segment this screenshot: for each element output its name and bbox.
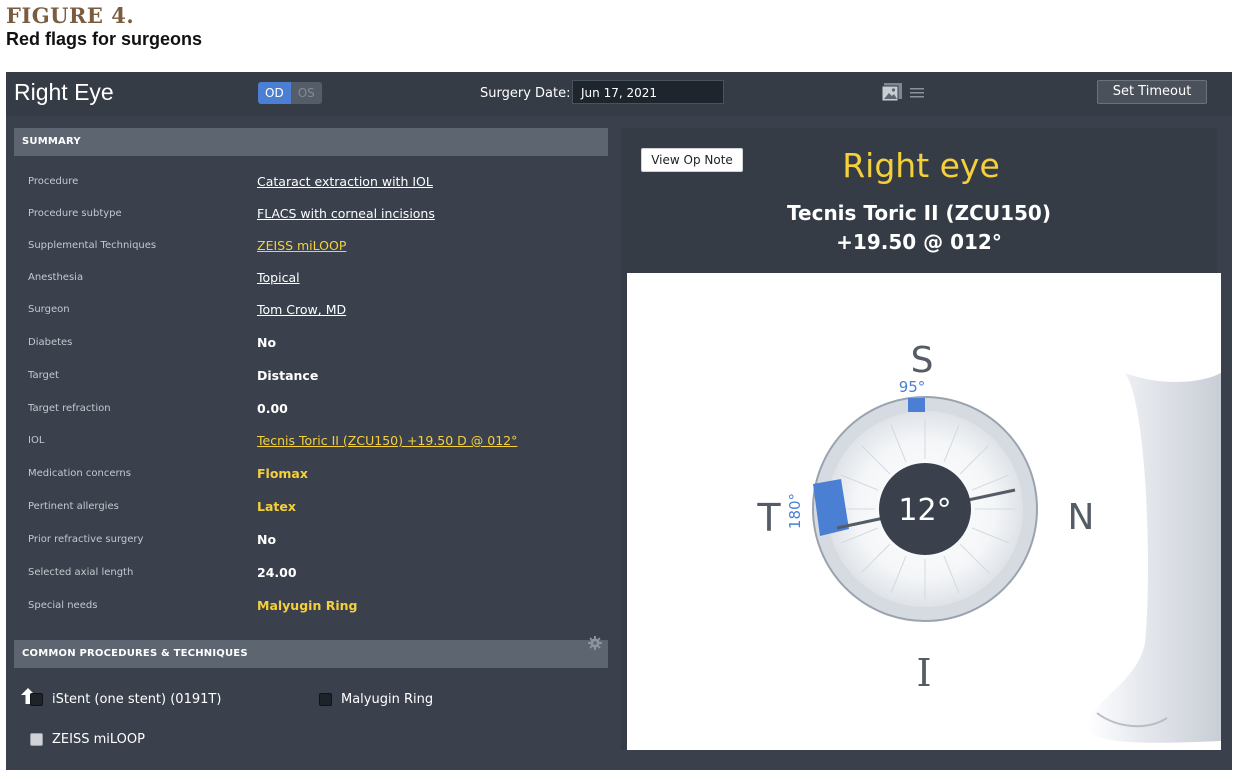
summary-value-link[interactable]: ZEISS miLOOP <box>257 230 346 262</box>
surgery-date-label: Surgery Date: <box>480 86 571 101</box>
toric-axis-diagram: 12° S 95° T 180° N I <box>627 273 1221 750</box>
figure-subtitle: Red flags for surgeons <box>6 29 203 49</box>
summary-row: Medication concerns Flomax <box>6 458 612 490</box>
summary-value: Latex <box>257 499 296 514</box>
summary-heading: SUMMARY <box>14 128 608 156</box>
top-bar: Right Eye OD OS Surgery Date: Jun 17, 20… <box>6 72 1232 116</box>
axis-center-label: 12° <box>898 493 951 528</box>
summary-value-link[interactable]: Tecnis Toric II (ZCU150) +19.50 D @ 012° <box>257 425 517 457</box>
summary-row: Diabetes No <box>6 327 612 359</box>
procedure-checkbox[interactable]: iStent (one stent) (0191T) <box>30 692 221 707</box>
lens-name: Tecnis Toric II (ZCU150) <box>787 201 1051 225</box>
eye-title: Right Eye <box>14 79 114 105</box>
toggle-os[interactable]: OS <box>290 82 322 104</box>
summary-label: Procedure <box>28 176 79 187</box>
nose-illustration <box>1087 373 1221 743</box>
summary-value: 24.00 <box>257 565 297 580</box>
summary-row: Procedure subtype FLACS with corneal inc… <box>6 198 612 230</box>
surgery-date-field[interactable]: Jun 17, 2021 <box>572 80 724 104</box>
image-icon[interactable] <box>881 83 902 105</box>
summary-value-link[interactable]: Cataract extraction with IOL <box>257 166 433 198</box>
summary-label: Diabetes <box>28 337 73 348</box>
summary-row: Pertinent allergies Latex <box>6 491 612 523</box>
list-icon[interactable] <box>909 85 925 104</box>
summary-label: Medication concerns <box>28 468 131 479</box>
checkbox[interactable] <box>319 693 332 706</box>
checkbox-label: iStent (one stent) (0191T) <box>52 692 222 707</box>
summary-label: Prior refractive surgery <box>28 534 144 545</box>
view-switcher <box>881 83 925 105</box>
inferior-label: I <box>916 651 931 695</box>
summary-label: Anesthesia <box>28 272 84 283</box>
summary-row: Selected axial length 24.00 <box>6 557 612 589</box>
marker-top-label: 95° <box>899 378 926 396</box>
summary-label: Procedure subtype <box>28 208 122 219</box>
summary-label: Target <box>28 370 59 381</box>
summary-label: IOL <box>28 435 45 446</box>
superior-label: S <box>911 340 934 381</box>
marker-left-label: 180° <box>786 493 804 529</box>
summary-label: Special needs <box>28 600 98 611</box>
procedure-checkbox[interactable]: ZEISS miLOOP <box>30 732 145 747</box>
checkbox[interactable] <box>30 693 43 706</box>
checkbox-label: Malyugin Ring <box>341 692 434 707</box>
summary-row: Target refraction 0.00 <box>6 393 612 425</box>
gear-icon[interactable] <box>588 635 602 654</box>
nasal-label: N <box>1068 497 1095 538</box>
summary-label: Surgeon <box>28 304 70 315</box>
summary-row: Target Distance <box>6 360 612 392</box>
summary-value: No <box>257 532 277 547</box>
summary-row: IOL Tecnis Toric II (ZCU150) +19.50 D @ … <box>6 425 612 457</box>
checkbox-label: ZEISS miLOOP <box>52 732 145 747</box>
summary-panel: SUMMARY Procedure Cataract extraction wi… <box>6 116 612 770</box>
lens-power: +19.50 @ 012° <box>836 230 1002 254</box>
eye-panel-title: Right eye <box>842 146 1000 185</box>
app-window: Right Eye OD OS Surgery Date: Jun 17, 20… <box>6 72 1232 770</box>
summary-value: No <box>257 335 277 350</box>
procedure-checkbox[interactable]: Malyugin Ring <box>319 692 433 707</box>
eye-diagram-svg: 12° S 95° T 180° N I <box>756 340 1221 743</box>
figure-header: FIGURE 4. Red flags for surgeons <box>6 4 202 50</box>
summary-value: 0.00 <box>257 401 288 416</box>
summary-label: Selected axial length <box>28 567 134 578</box>
checkbox-checked[interactable] <box>30 733 43 746</box>
common-procedures-heading: COMMON PROCEDURES & TECHNIQUES <box>14 640 608 668</box>
eye-toggle: OD OS <box>258 82 322 104</box>
summary-value: Malyugin Ring <box>257 598 358 613</box>
summary-value-link[interactable]: FLACS with corneal incisions <box>257 198 435 230</box>
summary-value-link[interactable]: Tom Crow, MD <box>257 294 346 326</box>
toggle-od[interactable]: OD <box>258 82 291 104</box>
summary-row: Procedure Cataract extraction with IOL <box>6 166 612 198</box>
summary-label: Pertinent allergies <box>28 501 119 512</box>
summary-row: Prior refractive surgery No <box>6 524 612 556</box>
top-incision-marker <box>908 398 925 412</box>
summary-value: Distance <box>257 368 319 383</box>
eye-panel: View Op Note Right eye Tecnis Toric II (… <box>621 128 1221 750</box>
temporal-label: T <box>756 496 781 540</box>
summary-value: Flomax <box>257 466 308 481</box>
figure-title: FIGURE 4. <box>6 3 135 28</box>
summary-row: Anesthesia Topical <box>6 262 612 294</box>
summary-row: Surgeon Tom Crow, MD <box>6 294 612 326</box>
summary-row: Supplemental Techniques ZEISS miLOOP <box>6 230 612 262</box>
summary-label: Supplemental Techniques <box>28 240 157 251</box>
summary-label: Target refraction <box>28 403 111 414</box>
summary-value-link[interactable]: Topical <box>257 262 300 294</box>
summary-row: Special needs Malyugin Ring <box>6 590 612 622</box>
set-timeout-button[interactable]: Set Timeout <box>1097 80 1207 104</box>
